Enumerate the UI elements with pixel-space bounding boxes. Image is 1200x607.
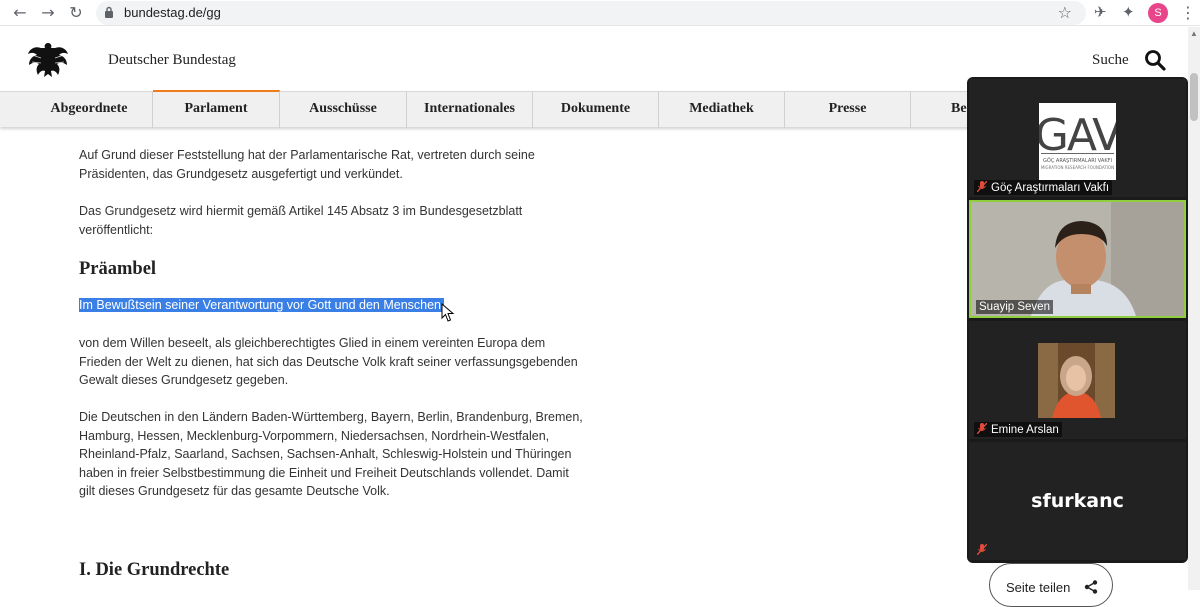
nav-item-ausschuesse[interactable]: Ausschüsse [280,92,407,128]
extension-icon[interactable]: ✈ [1094,3,1107,21]
browser-menu-icon[interactable]: ⋮ [1180,3,1196,22]
section-heading-grundrechte: I. Die Grundrechte [79,560,230,580]
selected-text[interactable]: Im Bewußtsein seiner Verantwortung vor G… [79,298,445,312]
nav-item-parlament[interactable]: Parlament [153,90,280,128]
search-icon[interactable] [1144,49,1166,71]
webcam-video [971,202,1184,316]
svg-text:MIGRATION RESEARCH FOUNDATION: MIGRATION RESEARCH FOUNDATION [1041,165,1114,170]
lock-icon [105,6,113,18]
participant-tile[interactable]: sfurkanc [969,442,1186,560]
nav-item-mediathek[interactable]: Mediathek [659,92,785,128]
scroll-up-icon[interactable]: ▲ [1190,29,1198,38]
participant-tile[interactable]: GAV GÖÇ ARAŞTIRMALARI VAKFI MIGRATION RE… [969,79,1186,197]
paragraph: Auf Grund dieser Feststellung hat der Pa… [79,148,535,181]
bookmark-star-icon[interactable]: ☆ [1058,3,1072,22]
bundestag-eagle-logo[interactable] [26,40,70,80]
video-call-panel: GAV GÖÇ ARAŞTIRMALARI VAKFI MIGRATION RE… [967,77,1188,563]
scroll-thumb[interactable] [1190,73,1198,121]
search-label[interactable]: Suche [1092,52,1129,69]
participant-name [974,543,994,558]
address-bar[interactable]: bundestag.de/gg ☆ [96,1,1086,25]
nav-item-internationales[interactable]: Internationales [407,92,533,128]
share-page-button[interactable]: Seite teilen [989,563,1113,607]
back-icon[interactable]: ← [10,3,30,23]
mic-muted-icon [977,181,987,192]
participant-photo [1038,343,1115,418]
gav-logo: GAV GÖÇ ARAŞTIRMALARI VAKFI MIGRATION RE… [1035,103,1124,180]
participant-name: Göç Araştırmaları Vakfı [974,180,1113,195]
puzzle-extensions-icon[interactable]: ✦ [1122,3,1135,21]
participant-display-name: sfurkanc [1031,490,1124,512]
share-label: Seite teilen [1006,580,1071,595]
nav-item-abgeordnete[interactable]: Abgeordnete [26,92,153,128]
page-scrollbar[interactable]: ▲ [1188,27,1200,590]
reload-icon[interactable]: ↻ [66,3,86,23]
share-icon [1084,580,1098,594]
site-title[interactable]: Deutscher Bundestag [108,52,236,69]
mouse-cursor-icon [441,303,455,322]
profile-avatar[interactable]: S [1148,3,1168,23]
url-text: bundestag.de/gg [124,5,221,20]
participant-name: Suayip Seven [976,300,1053,314]
participant-tile-active[interactable]: Suayip Seven [969,200,1186,318]
nav-item-presse[interactable]: Presse [785,92,911,128]
paragraph: von dem Willen beseelt, als gleichberech… [79,336,578,387]
section-heading-praeambel: Präambel [79,259,157,279]
paragraph: Die Deutschen in den Ländern Baden-Württ… [79,410,583,498]
forward-icon[interactable]: → [38,3,58,23]
svg-text:GÖÇ ARAŞTIRMALARI VAKFI: GÖÇ ARAŞTIRMALARI VAKFI [1043,157,1112,164]
mic-muted-icon [977,544,987,555]
participant-name: Emine Arslan [974,422,1062,437]
mic-muted-icon [977,423,987,434]
participant-tile[interactable]: Emine Arslan [969,321,1186,439]
browser-toolbar: ← → ↻ bundestag.de/gg ☆ ✈ ✦ S ⋮ [0,0,1200,26]
nav-item-dokumente[interactable]: Dokumente [533,92,659,128]
paragraph: Das Grundgesetz wird hiermit gemäß Artik… [79,204,523,237]
